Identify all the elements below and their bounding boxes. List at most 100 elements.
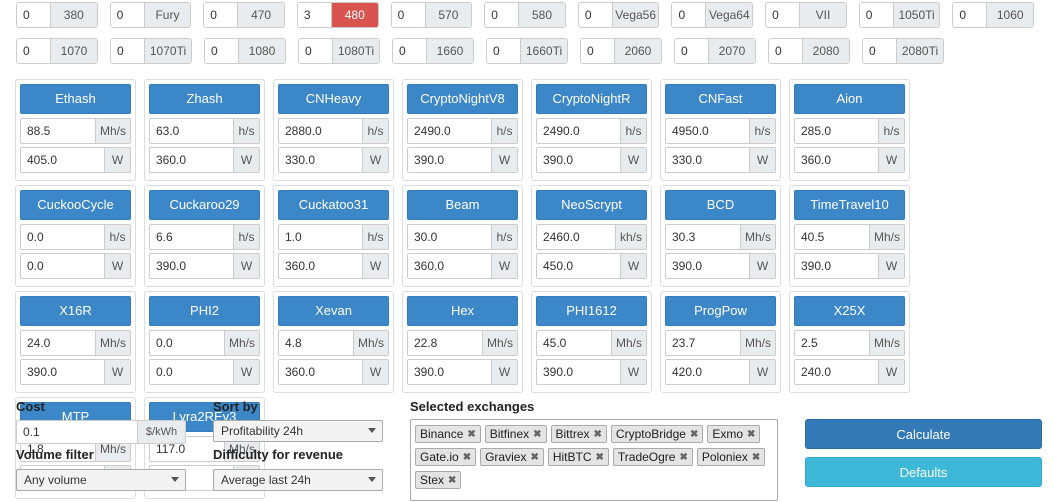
gpu-count-input[interactable] (578, 3, 613, 27)
gpu-count-input[interactable] (487, 39, 521, 63)
hashrate-input[interactable] (537, 331, 611, 355)
algorithm-toggle-button[interactable]: BCD (665, 190, 776, 220)
algorithm-toggle-button[interactable]: CryptoNightV8 (407, 84, 518, 114)
hashrate-input[interactable] (21, 119, 95, 143)
algorithm-toggle-button[interactable]: PHI1612 (536, 296, 647, 326)
algorithm-toggle-button[interactable]: ProgPow (665, 296, 776, 326)
gpu-label[interactable]: Vega56 (612, 3, 659, 27)
gpu-count-input[interactable] (859, 3, 894, 27)
power-input[interactable] (666, 360, 749, 384)
power-input[interactable] (537, 254, 620, 278)
gpu-count-input[interactable] (863, 39, 897, 63)
gpu-label[interactable]: 2070 (709, 39, 755, 63)
remove-icon[interactable]: ✖ (690, 429, 698, 440)
remove-icon[interactable]: ✖ (533, 429, 541, 440)
gpu-count-input[interactable] (485, 3, 520, 27)
gpu-count-input[interactable] (111, 39, 145, 63)
gpu-count-input[interactable] (675, 39, 709, 63)
sort-by-select[interactable]: Profitability 24h (213, 420, 383, 442)
hashrate-input[interactable] (279, 225, 362, 249)
gpu-label[interactable]: Fury (144, 3, 191, 27)
power-input[interactable] (150, 360, 233, 384)
hashrate-input[interactable] (408, 225, 491, 249)
defaults-button[interactable]: Defaults (805, 457, 1042, 487)
gpu-label[interactable]: 1070Ti (145, 39, 191, 63)
power-input[interactable] (666, 254, 749, 278)
gpu-count-input[interactable] (299, 39, 333, 63)
remove-icon[interactable]: ✖ (679, 452, 687, 463)
power-input[interactable] (408, 254, 491, 278)
remove-icon[interactable]: ✖ (467, 429, 475, 440)
hashrate-input[interactable] (537, 119, 620, 143)
hashrate-input[interactable] (150, 119, 233, 143)
gpu-count-input[interactable] (581, 39, 615, 63)
remove-icon[interactable]: ✖ (594, 429, 602, 440)
gpu-label[interactable]: 1660 (427, 39, 473, 63)
gpu-count-input[interactable] (393, 39, 427, 63)
power-input[interactable] (537, 360, 620, 384)
hashrate-input[interactable] (666, 225, 740, 249)
algorithm-toggle-button[interactable]: PHI2 (149, 296, 260, 326)
gpu-label[interactable]: 1050Ti (893, 3, 940, 27)
algorithm-toggle-button[interactable]: CuckooCycle (20, 190, 131, 220)
gpu-count-input[interactable] (953, 3, 988, 27)
power-input[interactable] (279, 148, 362, 172)
calculate-button[interactable]: Calculate (805, 419, 1042, 449)
gpu-count-input[interactable] (17, 39, 51, 63)
remove-icon[interactable]: ✖ (747, 429, 755, 440)
algorithm-toggle-button[interactable]: Xevan (278, 296, 389, 326)
gpu-label[interactable]: 580 (519, 3, 565, 27)
gpu-label[interactable]: 1070 (51, 39, 97, 63)
gpu-label[interactable]: 380 (51, 3, 97, 27)
gpu-label[interactable]: 1060 (987, 3, 1034, 27)
hashrate-input[interactable] (21, 225, 104, 249)
gpu-count-input[interactable] (110, 3, 145, 27)
hashrate-input[interactable] (795, 119, 878, 143)
power-input[interactable] (21, 148, 104, 172)
algorithm-toggle-button[interactable]: Beam (407, 190, 518, 220)
remove-icon[interactable]: ✖ (448, 475, 456, 486)
gpu-count-input[interactable] (17, 3, 51, 27)
gpu-label[interactable]: Vega64 (706, 3, 753, 27)
algorithm-toggle-button[interactable]: CryptoNightR (536, 84, 647, 114)
remove-icon[interactable]: ✖ (752, 452, 760, 463)
remove-icon[interactable]: ✖ (463, 452, 471, 463)
gpu-count-input[interactable] (769, 39, 803, 63)
power-input[interactable] (795, 254, 878, 278)
volume-filter-select[interactable]: Any volume (16, 469, 186, 491)
hashrate-input[interactable] (279, 119, 362, 143)
gpu-label[interactable]: 2060 (615, 39, 661, 63)
gpu-label[interactable]: VII (800, 3, 846, 27)
power-input[interactable] (408, 148, 491, 172)
algorithm-toggle-button[interactable]: NeoScrypt (536, 190, 647, 220)
hashrate-input[interactable] (666, 119, 749, 143)
gpu-label[interactable]: 570 (425, 3, 472, 27)
gpu-count-input[interactable] (204, 3, 239, 27)
algorithm-toggle-button[interactable]: Cuckatoo31 (278, 190, 389, 220)
gpu-label[interactable]: 1080Ti (333, 39, 379, 63)
hashrate-input[interactable] (795, 225, 869, 249)
hashrate-input[interactable] (537, 225, 615, 249)
algorithm-toggle-button[interactable]: CNFast (665, 84, 776, 114)
algorithm-toggle-button[interactable]: CNHeavy (278, 84, 389, 114)
algorithm-toggle-button[interactable]: Aion (794, 84, 905, 114)
algorithm-toggle-button[interactable]: X16R (20, 296, 131, 326)
exchanges-multiselect[interactable]: Binance ✖ Bitfinex ✖ Bittrex ✖ CryptoBridge ✖ Ex… (410, 419, 778, 501)
gpu-count-input[interactable] (205, 39, 239, 63)
power-input[interactable] (150, 254, 233, 278)
cost-input[interactable] (17, 421, 137, 443)
power-input[interactable] (537, 148, 620, 172)
algorithm-toggle-button[interactable]: Ethash (20, 84, 131, 114)
remove-icon[interactable]: ✖ (596, 452, 604, 463)
power-input[interactable] (666, 148, 749, 172)
power-input[interactable] (150, 148, 233, 172)
gpu-count-input[interactable] (391, 3, 426, 27)
hashrate-input[interactable] (150, 331, 224, 355)
power-input[interactable] (279, 360, 362, 384)
power-input[interactable] (795, 148, 878, 172)
hashrate-input[interactable] (150, 225, 233, 249)
power-input[interactable] (21, 254, 104, 278)
difficulty-select[interactable]: Average last 24h (213, 469, 383, 491)
algorithm-toggle-button[interactable]: X25X (794, 296, 905, 326)
power-input[interactable] (279, 254, 362, 278)
